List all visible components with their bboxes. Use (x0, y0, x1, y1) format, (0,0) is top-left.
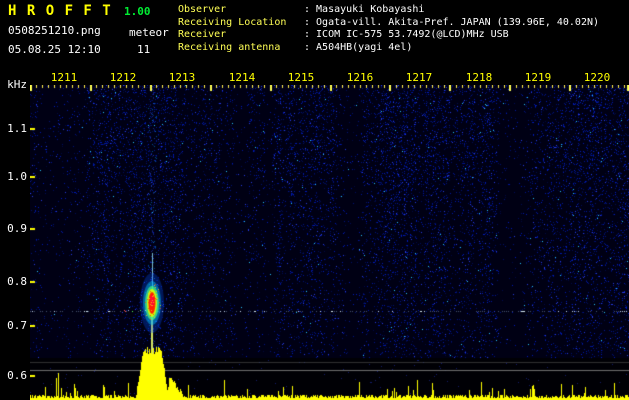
spectrogram-canvas (30, 85, 629, 400)
info-row-antenna: Receiving antenna : A504HB(yagi 4el) (178, 42, 599, 55)
time-tick-label: 1211 (50, 71, 78, 84)
time-tick-label: 1214 (228, 71, 256, 84)
info-label: Receiving antenna (178, 41, 281, 53)
info-row-observer: Observer : Masayuki Kobayashi (178, 4, 599, 17)
mode-label: meteor (129, 26, 169, 39)
info-value: : Masayuki Kobayashi (304, 4, 425, 15)
app-title: H R O F F T (8, 3, 112, 19)
freq-tick-label: 1.0 (7, 170, 27, 183)
app-version: 1.00 (124, 5, 151, 18)
time-tick-label: 1218 (465, 71, 493, 84)
output-filename: 0508251210.png (8, 24, 101, 37)
time-tick-label: 1215 (287, 71, 315, 84)
freq-tick-label: 0.8 (7, 275, 27, 288)
freq-tick-label: 0.9 (7, 222, 27, 235)
freq-tick-label: 0.7 (7, 319, 27, 332)
info-value: : ICOM IC-575 53.7492(@LCD)MHz USB (304, 29, 509, 40)
info-row-receiver: Receiver : ICOM IC-575 53.7492(@LCD)MHz U… (178, 29, 599, 42)
hrofft-screen: H R O F F T 1.00 0508251210.png meteor 0… (0, 0, 629, 400)
time-tick-label: 1213 (168, 71, 196, 84)
info-label: Receiver (178, 29, 227, 40)
info-label: Receiving Location (178, 16, 287, 28)
time-tick-label: 1216 (346, 71, 374, 84)
time-tick-label: 1219 (524, 71, 552, 84)
freq-axis-unit: kHz (7, 78, 27, 91)
station-info: Observer : Masayuki Kobayashi Receiving L… (178, 4, 599, 54)
time-tick-label: 1220 (583, 71, 611, 84)
info-value: : A504HB(yagi 4el) (304, 41, 413, 53)
time-tick-label: 1212 (109, 71, 137, 84)
info-value: : Ogata-vill. Akita-Pref. JAPAN (139.96E… (304, 16, 600, 28)
freq-tick-label: 1.1 (7, 122, 27, 135)
observation-timestamp: 05.08.25 12:10 (8, 43, 101, 56)
info-label: Observer (178, 4, 227, 15)
freq-tick-label: 0.6 (7, 369, 27, 382)
time-tick-label: 1217 (405, 71, 433, 84)
echo-count: 11 (137, 43, 151, 56)
info-row-location: Receiving Location : Ogata-vill. Akita-Pr… (178, 17, 599, 30)
